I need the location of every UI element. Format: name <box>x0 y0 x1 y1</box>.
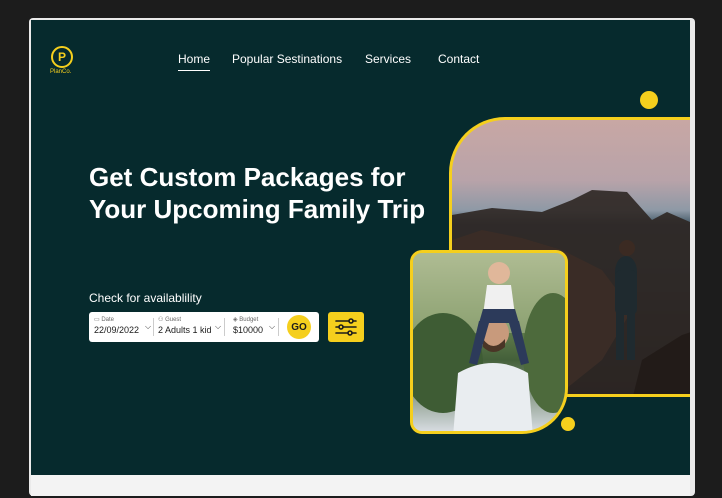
budget-chevron-down-icon[interactable]: ⌵ <box>269 322 275 332</box>
availability-label: Check for availablility <box>89 291 202 305</box>
hero-section: P PlanCo. Home Popular Sestinations Serv… <box>31 20 690 475</box>
filter-button[interactable] <box>328 312 364 342</box>
nav-contact[interactable]: Contact <box>438 52 479 66</box>
father-child-photo <box>410 250 568 434</box>
guest-field[interactable]: ⚇ Guest 2 Adults 1 kid <box>158 316 212 338</box>
hero-headline: Get Custom Packages for Your Upcoming Fa… <box>89 161 425 225</box>
nav-popular-destinations[interactable]: Popular Sestinations <box>232 52 342 66</box>
decorative-dot <box>561 417 575 431</box>
decorative-dot <box>640 91 658 109</box>
availability-search-bar: ▭ Date 22/09/2022 ⌵ ⚇ Guest 2 Adults 1 k… <box>89 312 319 342</box>
guest-label: Guest <box>165 317 182 323</box>
date-field[interactable]: ▭ Date 22/09/2022 <box>94 316 139 338</box>
divider <box>278 318 279 336</box>
date-chevron-down-icon[interactable]: ⌵ <box>145 322 151 332</box>
date-value: 22/09/2022 <box>94 325 140 335</box>
brand-name: PlanCo. <box>50 69 72 75</box>
logo-icon: P <box>51 46 73 68</box>
headline-line-1: Get Custom Packages for <box>89 162 406 192</box>
divider <box>224 318 225 336</box>
headline-line-2: Your Upcoming Family Trip <box>89 194 426 224</box>
date-label: Date <box>101 317 115 323</box>
guest-value: 2 Adults 1 kid <box>158 325 212 335</box>
people-icon: ⚇ <box>158 317 164 323</box>
divider <box>153 318 154 336</box>
tag-icon: ◈ <box>233 317 238 323</box>
calendar-icon: ▭ <box>94 317 100 323</box>
nav-home[interactable]: Home <box>178 52 211 71</box>
logo-letter: P <box>57 50 66 64</box>
budget-field[interactable]: ◈ Budget $10000 <box>233 316 263 338</box>
below-fold-section <box>31 475 690 496</box>
sliders-icon <box>335 318 357 336</box>
guest-chevron-down-icon[interactable]: ⌵ <box>215 322 221 332</box>
budget-label: Budget <box>239 317 259 323</box>
nav-services[interactable]: Services <box>365 52 411 66</box>
logo[interactable]: P PlanCo. <box>50 46 81 75</box>
budget-value: $10000 <box>233 325 264 335</box>
go-button[interactable]: GO <box>287 315 311 339</box>
